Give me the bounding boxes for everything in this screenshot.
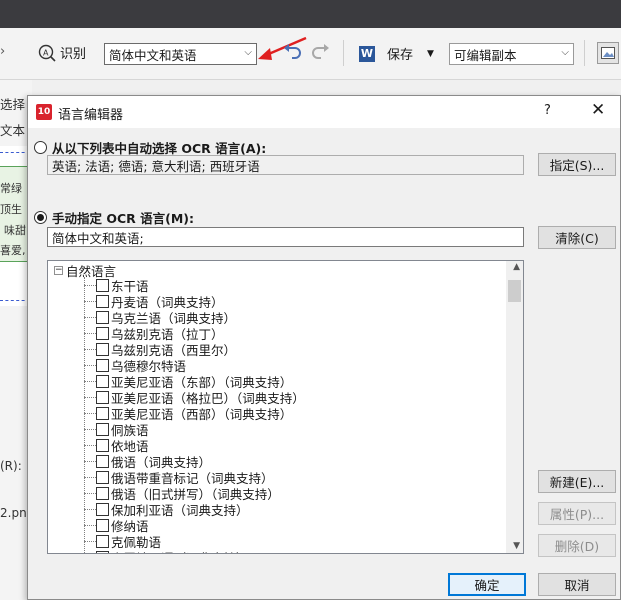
redo-icon[interactable] (310, 42, 330, 60)
tree-branch-line (84, 396, 96, 398)
specify-button[interactable]: 指定(S)... (538, 153, 616, 176)
background-text: 文本 (0, 123, 26, 138)
tree-branch-line (84, 364, 96, 366)
main-toolbar: › A 识别 简体中文和英语 ⌵ W 保存 ▼ 可编辑副本 ⌵ (0, 28, 621, 80)
tree-root-natural-languages[interactable]: − 自然语言 (54, 263, 116, 279)
language-checkbox[interactable] (96, 326, 109, 340)
ocr-language-value: 简体中文和英语 (109, 47, 197, 63)
scroll-down-icon[interactable]: ▼ (513, 541, 520, 551)
tree-branch-line (84, 300, 96, 302)
background-text: 选择 (0, 97, 26, 112)
language-checkbox[interactable] (96, 342, 109, 356)
language-checkbox[interactable] (96, 486, 109, 500)
toolbar-separator (584, 40, 585, 66)
tree-branch-line (84, 508, 96, 510)
cancel-button[interactable]: 取消 (538, 573, 616, 596)
chevron-down-icon: ⌵ (244, 47, 252, 58)
copy-mode-select[interactable]: 可编辑副本 ⌵ (449, 43, 574, 65)
scroll-up-icon[interactable]: ▲ (513, 262, 520, 272)
language-label: 克罗地亚语（词典支持） (111, 548, 249, 554)
manual-language-field[interactable]: 简体中文和英语; (47, 227, 524, 247)
language-list-item[interactable]: 保加利亚语（词典支持） (84, 501, 249, 518)
app-logo-icon: 10 (36, 104, 52, 120)
recognize-icon: A (38, 44, 56, 62)
tree-branch-line (84, 428, 96, 430)
manual-language-value: 简体中文和英语; (52, 230, 144, 246)
word-icon: W (359, 45, 375, 62)
auto-language-value: 英语; 法语; 德语; 意大利语; 西班牙语 (52, 158, 260, 174)
tree-branch-line (84, 540, 96, 542)
dialog-title: 语言编辑器 (58, 108, 124, 123)
language-checkbox[interactable] (96, 518, 109, 532)
language-editor-dialog: 10 语言编辑器 ? ✕ 从以下列表中自动选择 OCR 语言(A): 英语; 法… (27, 95, 621, 600)
tree-branch-line (84, 412, 96, 414)
language-checkbox[interactable] (96, 438, 109, 452)
toolbar-left-chevron[interactable]: › (0, 44, 5, 59)
new-button[interactable]: 新建(E)... (538, 470, 616, 493)
tree-branch-line (84, 460, 96, 462)
save-button[interactable]: W 保存 ▼ (359, 44, 434, 63)
language-checkbox[interactable] (96, 374, 109, 388)
tree-branch-line (84, 284, 96, 286)
recognize-label: 识别 (60, 47, 87, 62)
radio-icon (34, 141, 47, 154)
image-icon (601, 47, 615, 59)
svg-text:A: A (43, 48, 49, 57)
image-view-button[interactable] (597, 42, 619, 64)
background-dashed-line (0, 152, 30, 153)
tree-branch-line (84, 444, 96, 446)
chevron-down-icon: ⌵ (561, 47, 569, 58)
language-checkbox[interactable] (96, 454, 109, 468)
tree-branch-line (84, 492, 96, 494)
save-dropdown-icon[interactable]: ▼ (427, 49, 434, 59)
background-text: 味甜 (4, 224, 26, 237)
tree-branch-line (84, 316, 96, 318)
ok-button[interactable]: 确定 (448, 573, 526, 596)
toolbar-separator (343, 40, 344, 66)
language-checkbox[interactable] (96, 278, 109, 292)
undo-icon[interactable] (283, 42, 303, 60)
language-checkbox[interactable] (96, 310, 109, 324)
tree-branch-line (84, 348, 96, 350)
language-checkbox[interactable] (96, 422, 109, 436)
clear-button[interactable]: 清除(C) (538, 226, 616, 249)
tree-branch-line (84, 332, 96, 334)
background-text: (R): (0, 459, 22, 473)
language-tree-content: − 自然语言 东干语 丹麦语（词典支持） 乌克兰语（词典支持） 乌兹别克语（拉丁） 乌兹… (48, 261, 506, 553)
background-text: 常绿 (0, 182, 22, 195)
language-checkbox[interactable] (96, 358, 109, 372)
tree-branch-line (84, 380, 96, 382)
language-checkbox[interactable] (96, 550, 109, 553)
close-button[interactable]: ✕ (591, 100, 605, 120)
tree-scrollbar[interactable]: ▲ ▼ (506, 261, 523, 553)
scroll-thumb[interactable] (508, 280, 521, 302)
dialog-titlebar: 10 语言编辑器 ? ✕ (28, 96, 620, 128)
language-checkbox[interactable] (96, 534, 109, 548)
save-label: 保存 (387, 48, 414, 63)
radio-selected-icon (34, 211, 47, 224)
manual-select-label: 手动指定 OCR 语言(M): (52, 211, 194, 226)
language-checkbox[interactable] (96, 470, 109, 484)
auto-language-field[interactable]: 英语; 法语; 德语; 意大利语; 西班牙语 (47, 155, 524, 175)
tree-branch-line (84, 524, 96, 526)
delete-button: 删除(D) (538, 534, 616, 557)
help-button[interactable]: ? (544, 103, 551, 118)
copy-mode-value: 可编辑副本 (454, 47, 517, 63)
window-titlebar (0, 0, 621, 28)
manual-select-radio[interactable]: 手动指定 OCR 语言(M): (34, 208, 194, 227)
background-dashed-line (0, 300, 30, 301)
language-checkbox[interactable] (96, 406, 109, 420)
language-list-item[interactable]: 克罗地亚语（词典支持） (84, 549, 249, 553)
background-text: 顶生 (0, 203, 22, 216)
language-checkbox[interactable] (96, 502, 109, 516)
language-checkbox[interactable] (96, 294, 109, 308)
collapse-icon[interactable]: − (54, 265, 63, 275)
background-text: 喜爱, (0, 244, 26, 257)
ocr-language-select[interactable]: 简体中文和英语 ⌵ (104, 43, 257, 65)
recognize-button[interactable]: A 识别 (38, 43, 86, 62)
language-checkbox[interactable] (96, 390, 109, 404)
language-tree-list[interactable]: − 自然语言 东干语 丹麦语（词典支持） 乌克兰语（词典支持） 乌兹别克语（拉丁） 乌兹… (47, 260, 524, 554)
tree-branch-line (84, 476, 96, 478)
properties-button: 属性(P)... (538, 502, 616, 525)
